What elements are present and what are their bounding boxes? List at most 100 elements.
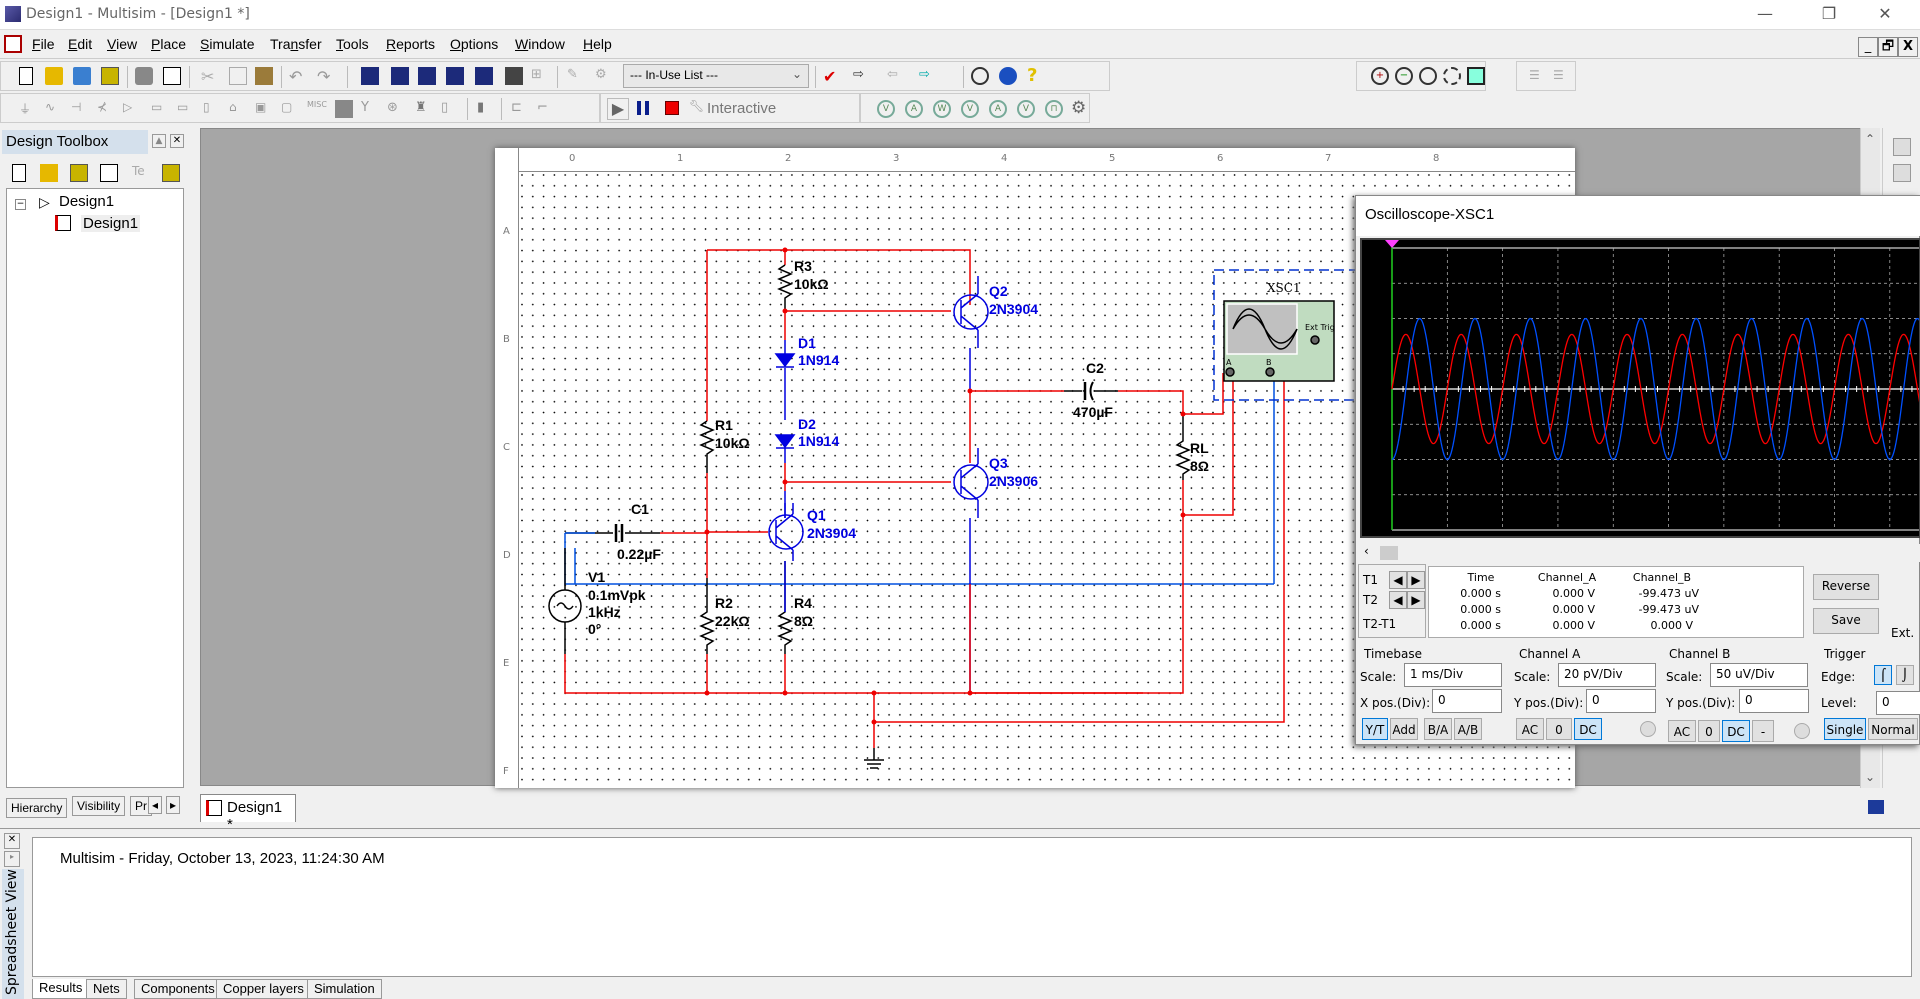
place-analog-icon[interactable]: ▷ — [123, 100, 141, 118]
tab-results[interactable]: Results — [32, 979, 90, 999]
place-junction-icon[interactable]: ⌐ — [537, 100, 555, 118]
menu-edit[interactable]: Edit — [68, 36, 92, 52]
in-use-list-dropdown[interactable]: --- In-Use List --- ⌄ — [623, 64, 809, 88]
back-annotate-icon[interactable]: ✎ — [567, 67, 585, 85]
postprocessor-icon[interactable] — [505, 67, 523, 85]
align-left-icon[interactable]: ☰ — [1529, 68, 1547, 86]
channel-a-ac-button[interactable]: AC — [1516, 718, 1544, 740]
forward-annotate-icon[interactable]: ⚙ — [595, 67, 613, 85]
pause-icon[interactable] — [637, 101, 649, 115]
t1-right-button[interactable]: ▶ — [1407, 571, 1425, 589]
grapher-icon[interactable] — [475, 67, 493, 85]
menu-place[interactable]: Place — [151, 36, 186, 52]
channel-a-color-indicator[interactable] — [1640, 721, 1656, 737]
align-right-icon[interactable]: ☰ — [1553, 68, 1571, 86]
minimize-button[interactable]: — — [1742, 0, 1788, 30]
place-indicator-icon[interactable]: ▣ — [255, 100, 273, 118]
tab-nets[interactable]: Nets — [86, 979, 127, 999]
menu-file[interactable]: File — [32, 36, 55, 52]
web-icon[interactable] — [999, 67, 1017, 85]
zoom-out-icon[interactable]: − — [1395, 67, 1413, 85]
help-icon[interactable]: ? — [1027, 65, 1045, 86]
history-icon[interactable] — [162, 164, 180, 182]
mode-add-button[interactable]: Add — [1390, 718, 1418, 740]
component-wizard-icon[interactable] — [446, 67, 464, 85]
channel-a-ypos-field[interactable]: 0 — [1586, 689, 1656, 713]
save-icon[interactable] — [101, 67, 119, 85]
scroll-down-icon[interactable]: ⌄ — [1865, 770, 1875, 784]
place-cmos-icon[interactable]: ▭ — [177, 100, 195, 118]
tree-item-schematic[interactable]: Design1 — [81, 215, 141, 232]
place-ni-icon[interactable]: ♜ — [415, 100, 433, 118]
tree-item-design[interactable]: Design1 — [59, 193, 114, 210]
differential-voltage-probe-icon[interactable]: V — [961, 100, 979, 118]
erc-check-icon[interactable]: ✔ — [823, 67, 841, 86]
channel-b-dc-button[interactable]: DC — [1722, 720, 1750, 742]
stop-icon[interactable] — [665, 101, 679, 115]
timebase-scale-field[interactable]: 1 ms/Div — [1404, 663, 1502, 687]
mode-yt-button[interactable]: Y/T — [1362, 718, 1388, 740]
redo-icon[interactable]: ↷ — [317, 67, 335, 86]
place-connector-icon[interactable]: ▯ — [441, 100, 459, 118]
collapse-toggle[interactable]: − — [15, 199, 26, 210]
channel-b-scale-field[interactable]: 50 uV/Div — [1710, 663, 1808, 687]
place-hierarchical-icon[interactable]: ▮ — [477, 100, 495, 118]
place-electromechanical-icon[interactable]: ⊛ — [387, 100, 405, 118]
open-samples-icon[interactable] — [73, 67, 91, 85]
current-probe-icon[interactable]: A — [905, 100, 923, 118]
menu-help[interactable]: Help — [583, 36, 612, 52]
function-generator-icon[interactable] — [1893, 164, 1911, 182]
transfer-to-ultiboard-icon[interactable]: ⇨ — [853, 67, 871, 85]
screen-horizontal-scrollbar[interactable]: ‹ — [1360, 544, 1920, 562]
trigger-falling-edge-button[interactable]: ⌡ — [1896, 665, 1914, 685]
document-icon[interactable] — [4, 35, 22, 53]
run-icon[interactable]: ▶ — [607, 98, 629, 120]
place-misc-icon[interactable]: MISC — [307, 100, 327, 118]
place-rf-icon[interactable]: Y — [361, 100, 379, 118]
multimeter-icon[interactable] — [1893, 138, 1911, 156]
copy-icon[interactable] — [229, 67, 247, 85]
open-icon[interactable] — [45, 67, 63, 85]
t2-left-button[interactable]: ◀ — [1389, 591, 1407, 609]
probe-settings-gear-icon[interactable]: ⚙ — [1071, 98, 1089, 118]
zoom-area-icon[interactable] — [1419, 67, 1437, 85]
voltage-current-probe-icon[interactable]: A — [989, 100, 1007, 118]
place-mixed-icon[interactable]: ⌂ — [229, 100, 247, 118]
reverse-button[interactable]: Reverse — [1813, 574, 1879, 600]
new-sheet-icon[interactable] — [100, 164, 118, 182]
t2-right-button[interactable]: ▶ — [1407, 591, 1425, 609]
channel-b-ac-button[interactable]: AC — [1668, 720, 1696, 742]
undo-icon[interactable]: ↶ — [289, 67, 307, 86]
scroll-thumb[interactable] — [1380, 546, 1398, 560]
channel-a-scale-field[interactable]: 20 pV/Div — [1558, 663, 1656, 687]
channel-b-color-indicator[interactable] — [1794, 723, 1810, 739]
place-power-icon[interactable]: ▢ — [281, 100, 299, 118]
trigger-normal-button[interactable]: Normal — [1868, 718, 1918, 740]
place-basic-icon[interactable]: ∿ — [45, 100, 63, 118]
toggle-design-toolbox-icon[interactable] — [361, 67, 379, 85]
trigger-rising-edge-button[interactable]: ⌠ — [1874, 665, 1892, 685]
channel-b-zero-button[interactable]: 0 — [1698, 720, 1720, 742]
place-advanced-peripherals-icon[interactable] — [335, 100, 353, 118]
zoom-in-icon[interactable]: + — [1371, 67, 1389, 85]
mdi-minimize-button[interactable]: _ — [1858, 37, 1878, 57]
simulation-mode-label[interactable]: Interactive — [707, 100, 776, 117]
place-diode-icon[interactable]: ⊣ — [71, 100, 89, 118]
mode-ab-button[interactable]: A/B — [1454, 718, 1482, 740]
backannotate-ultiboard-icon[interactable]: ⇦ — [887, 67, 905, 85]
tab-components[interactable]: Components — [134, 979, 222, 999]
new-design-icon[interactable] — [12, 164, 26, 182]
trigger-single-button[interactable]: Single — [1824, 718, 1866, 740]
power-probe-icon[interactable]: W — [933, 100, 951, 118]
save-design-icon[interactable] — [70, 164, 88, 182]
tab-visibility[interactable]: Visibility — [72, 796, 126, 816]
electrical-rules-icon[interactable]: ⊞ — [531, 67, 549, 85]
mdi-close-button[interactable]: X — [1898, 37, 1918, 57]
paste-icon[interactable] — [255, 67, 273, 85]
tab-hierarchy[interactable]: Hierarchy — [6, 798, 68, 818]
tab-scroll-left-button[interactable]: ◂ — [148, 796, 163, 814]
oscilloscope-title[interactable]: Oscilloscope-XSC1 — [1356, 196, 1920, 236]
close-button[interactable]: ✕ — [1862, 0, 1908, 30]
menu-simulate[interactable]: Simulate — [200, 36, 254, 52]
trigger-level-field[interactable]: 0 — [1876, 691, 1920, 715]
